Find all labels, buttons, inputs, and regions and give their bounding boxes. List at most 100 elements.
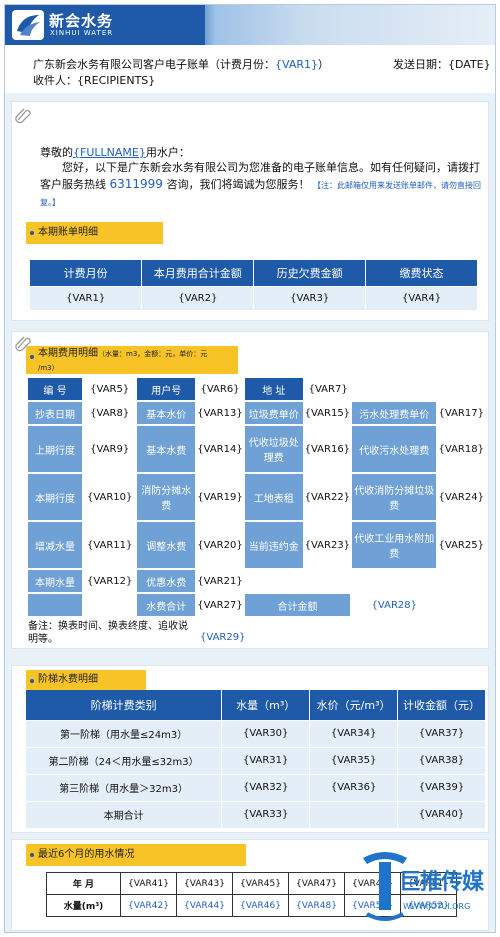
detail-value: {VAR14} [197, 426, 243, 472]
detail-label: 调整水费 [137, 522, 196, 568]
detail-label: 增减水量 [28, 522, 82, 568]
summary-cell: {VAR3} [253, 285, 367, 310]
detail-label: 工地表租 [244, 474, 303, 520]
remark-text: 备注：换表时间、换表终度、追收说明等。 [28, 621, 188, 645]
detail-value: {VAR8} [83, 402, 136, 424]
remark-value: {VAR29} [200, 632, 246, 643]
bill-header: 广东新会水务有限公司客户电子账单（计费月份：{VAR1}） 发送日期：{DATE… [5, 45, 495, 93]
detail-label: 上期行度 [28, 426, 82, 472]
history-month: {VAR41} [120, 872, 177, 895]
tier-header: 水量（m³） [221, 690, 311, 720]
tier-cell: {VAR34} [309, 719, 399, 747]
detail-label: 代收污水处理费 [352, 426, 437, 472]
detail-value: {VAR11} [83, 522, 136, 568]
detail-value: {VAR17} [438, 402, 484, 424]
num-value: {VAR5} [83, 378, 136, 400]
summary-header: 本月费用合计金额 [141, 260, 255, 286]
salutation: 尊敬的{FULLNAME}用水户： [40, 144, 190, 160]
tier-header: 计收金额（元） [397, 690, 486, 720]
send-date: 发送日期：{DATE} [393, 58, 491, 71]
detail-value: {VAR16} [304, 426, 351, 472]
this-water-value: {VAR12} [83, 570, 136, 592]
bill-title: 广东新会水务有限公司客户电子账单（计费月份：{VAR1}） [33, 56, 329, 72]
water-drop-logo-icon [12, 10, 44, 40]
tier-cell: {VAR31} [221, 746, 311, 774]
detail-value: {VAR19} [197, 474, 243, 520]
detail-value: {VAR24} [438, 474, 484, 520]
user-label: 用户号 [137, 378, 196, 400]
tier-table: 阶梯计费类别 水量（m³） 水价（元/m³） 计收金额（元） 第一阶梯（用水量≤… [26, 690, 486, 828]
grand-total-label: 合计金额 [244, 594, 351, 616]
detail-table: 编 号 {VAR5} 用户号 {VAR6} 地 址 {VAR7} 抄表日期 {V… [26, 376, 486, 618]
bill-title-prefix: 广东新会水务有限公司客户电子账单（计费月份： [33, 58, 275, 71]
address-value: {VAR7} [304, 378, 484, 400]
tier-cell: 本期合计 [26, 800, 223, 828]
address-label: 地 址 [244, 378, 303, 400]
detail-label: 代收垃圾处理费 [244, 426, 303, 472]
bill-title-suffix: ） [318, 58, 329, 71]
detail-value: {VAR15} [304, 402, 351, 424]
detail-label: 当前违约金 [244, 522, 303, 568]
history-pill: 最近6个月的用水情况 [26, 844, 246, 866]
summary-header: 计费月份 [30, 260, 143, 286]
tier-cell: {VAR37} [397, 719, 486, 747]
detail-label: 代收消防分摊垃圾费 [352, 474, 437, 520]
detail-label: 基本水费 [137, 426, 196, 472]
tier-cell: {VAR30} [221, 719, 311, 747]
top-banner: 新会水务 XINHUI WATER [5, 5, 495, 45]
detail-value: {VAR22} [304, 474, 351, 520]
summary-table: 计费月份 本月费用合计金额 历史欠费金额 缴费状态 {VAR1} {VAR2} … [30, 260, 478, 310]
grand-total-value: {VAR28} [352, 594, 437, 616]
brand-name: 新会水务 [49, 12, 114, 30]
bill-month-var: {VAR1} [275, 58, 318, 71]
watermark-text: 巨推传媒 [399, 870, 484, 895]
empty-cell [83, 594, 136, 616]
tier-cell: {VAR35} [309, 746, 399, 774]
detail-pill-unit: （水量：m3，金额：元，单价：元 [98, 350, 208, 358]
paperclip-icon [15, 108, 31, 124]
summary-header: 缴费状态 [365, 260, 478, 286]
watermark: 巨推传媒 WWW.JUTUI.ORG [359, 846, 489, 926]
detail-value: {VAR20} [197, 522, 243, 568]
detail-pill: 本期费用明细（水量：m3，金额：元，单价：元/m3） [26, 346, 238, 374]
detail-value: {VAR9} [83, 426, 136, 472]
tier-cell: 第三阶梯（用水量＞32m3） [26, 773, 223, 801]
detail-value: {VAR25} [438, 522, 484, 568]
this-water-label: 本期水量 [28, 570, 82, 592]
history-water: {VAR42} [120, 894, 177, 917]
summary-cell: {VAR1} [30, 285, 143, 310]
tier-pill: 阶梯水费明细 [26, 670, 146, 690]
salutation-post: 用水户： [145, 146, 190, 159]
tier-header: 水价（元/m³） [309, 690, 399, 720]
tier-cell: {VAR40} [397, 800, 486, 828]
user-value: {VAR6} [197, 378, 243, 400]
history-water: {VAR44} [176, 894, 233, 917]
detail-label: 抄表日期 [28, 402, 82, 424]
tier-cell: 第一阶梯（用水量≤24m3） [26, 719, 223, 747]
water-label: 水量(m³) [46, 894, 121, 917]
brand-name-en: XINHUI WATER [50, 29, 114, 37]
detail-label: 消防分摊水费 [137, 474, 196, 520]
detail-label: 垃圾费单价 [244, 402, 303, 424]
detail-value: {VAR10} [83, 474, 136, 520]
empty-cell [438, 594, 484, 616]
water-total-label: 水费合计 [137, 594, 196, 616]
detail-pill-title: 本期费用明细 [38, 348, 98, 359]
summary-cell: {VAR2} [141, 285, 255, 310]
detail-pill-unit2: /m3） [38, 364, 59, 372]
tier-cell: {VAR38} [397, 746, 486, 774]
num-label: 编 号 [28, 378, 82, 400]
detail-label: 代收工业用水附加费 [352, 522, 437, 568]
tier-cell: {VAR33} [221, 800, 311, 828]
detail-value: {VAR23} [304, 522, 351, 568]
greeting-card: 尊敬的{FULLNAME}用水户： 您好，以下是广东新会水务有限公司为您准备的电… [11, 101, 489, 321]
water-total-value: {VAR27} [197, 594, 243, 616]
intro-text: 您好，以下是广东新会水务有限公司为您准备的电子账单信息。如有任何疑问，请拨打客户… [40, 160, 484, 211]
summary-pill: 本期账单明细 [26, 222, 163, 244]
hotline-number: 6311999 [109, 177, 163, 191]
detail-label: 污水处理费单价 [352, 402, 437, 424]
detail-value: {VAR18} [438, 426, 484, 472]
detail-value: {VAR13} [197, 402, 243, 424]
tier-cell: {VAR39} [397, 773, 486, 801]
detail-label: 基本水价 [137, 402, 196, 424]
